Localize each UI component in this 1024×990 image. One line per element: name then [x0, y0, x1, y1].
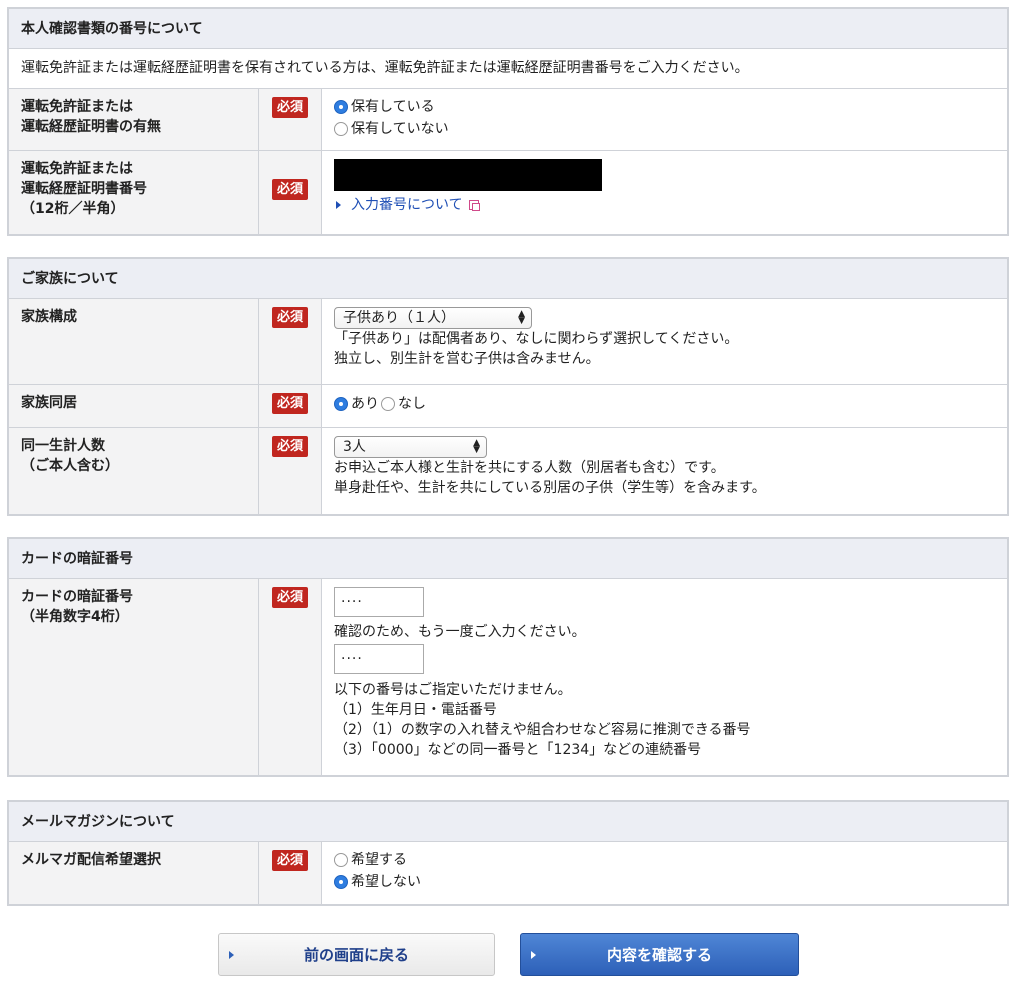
radio-possess-no[interactable]: 保有していない — [334, 118, 995, 140]
mail-magazine-row: メルマガ配信希望選択 必須 希望する 希望しない — [9, 842, 1007, 904]
arrow-right-icon — [336, 201, 341, 209]
cohabit-label: 家族同居 — [9, 385, 259, 427]
radio-empty-icon[interactable] — [334, 853, 348, 867]
radio-empty-icon[interactable] — [381, 397, 395, 411]
pin-rule: （2）（1）の数字の入れ替えや組合わせなど容易に推測できる番号 — [334, 722, 751, 738]
pin-rules-title: 以下の番号はご指定いただけません。 — [334, 682, 572, 698]
pin-rule: （1）生年月日・電話番号 — [334, 702, 497, 718]
radio-selected-icon[interactable] — [334, 100, 348, 114]
family-section: ご家族について 家族構成 必須 子供あり（１人） ▲ ▼ 「子供あり」は配偶者あり… — [7, 257, 1009, 516]
radio-possess-yes[interactable]: 保有している — [334, 96, 995, 118]
family-composition-select[interactable]: 子供あり（１人） ▲ ▼ — [334, 307, 532, 329]
input-number-help-link[interactable]: 入力番号について — [334, 195, 995, 215]
required-badge: 必須 — [271, 587, 308, 608]
radio-cohabit-yes[interactable]: あり — [334, 394, 379, 414]
family-composition-row: 家族構成 必須 子供あり（１人） ▲ ▼ 「子供あり」は配偶者あり、なしに関わらず… — [9, 299, 1007, 385]
required-badge: 必須 — [271, 850, 308, 871]
required-badge: 必須 — [271, 307, 308, 328]
cohabit-row: 家族同居 必須 あり なし — [9, 385, 1007, 428]
section-intro: 運転免許証または運転経歴証明書を保有されている方は、運転免許証または運転経歴証明… — [9, 49, 1007, 89]
section-title: メールマガジンについて — [9, 802, 1007, 842]
radio-empty-icon[interactable] — [334, 122, 348, 136]
section-title: ご家族について — [9, 259, 1007, 299]
household-row: 同一生計人数 （ご本人含む） 必須 3人 ▲ ▼ お申込ご本人様と生計を共にする人… — [9, 428, 1007, 514]
select-arrows-icon: ▲ ▼ — [473, 438, 480, 455]
mail-magazine-section: メールマガジンについて メルマガ配信希望選択 必須 希望する 希望しない — [7, 800, 1009, 906]
select-arrows-icon: ▲ ▼ — [518, 309, 525, 326]
pin-row: カードの暗証番号 （半角数字4桁） 必須 ···· 確認のため、もう一度ご入力く… — [9, 579, 1007, 775]
confirm-button[interactable]: 内容を確認する — [520, 933, 799, 976]
possession-label: 運転免許証または 運転経歴証明書の有無 — [9, 89, 259, 150]
household-label: 同一生計人数 （ご本人含む） — [9, 428, 259, 514]
pin-rule: （3）「0000」などの同一番号と「1234」などの連続番号 — [334, 742, 702, 758]
required-badge: 必須 — [271, 436, 308, 457]
section-title: カードの暗証番号 — [9, 539, 1007, 579]
license-number-input-redacted[interactable] — [334, 159, 602, 191]
radio-mail-no[interactable]: 希望しない — [334, 871, 995, 893]
required-badge: 必須 — [271, 97, 308, 118]
household-count-select[interactable]: 3人 ▲ ▼ — [334, 436, 487, 458]
radio-selected-icon[interactable] — [334, 875, 348, 889]
pin-confirm-note: 確認のため、もう一度ご入力ください。 — [334, 624, 586, 640]
radio-mail-yes[interactable]: 希望する — [334, 849, 995, 871]
mail-magazine-label: メルマガ配信希望選択 — [9, 842, 259, 904]
pin-confirm-input[interactable]: ···· — [334, 644, 424, 674]
required-badge: 必須 — [271, 179, 308, 200]
pin-label: カードの暗証番号 （半角数字4桁） — [9, 579, 259, 775]
pin-section: カードの暗証番号 カードの暗証番号 （半角数字4桁） 必須 ···· 確認のため… — [7, 537, 1009, 777]
section-title: 本人確認書類の番号について — [9, 9, 1007, 49]
license-number-label: 運転免許証または 運転経歴証明書番号 （12桁／半角） — [9, 151, 259, 234]
id-document-section: 本人確認書類の番号について 運転免許証または運転経歴証明書を保有されている方は、… — [7, 7, 1009, 236]
pin-input[interactable]: ···· — [334, 587, 424, 617]
license-number-row: 運転免許証または 運転経歴証明書番号 （12桁／半角） 必須 入力番号について — [9, 151, 1007, 234]
external-window-icon — [468, 200, 480, 211]
back-button[interactable]: 前の画面に戻る — [218, 933, 495, 976]
possession-row: 運転免許証または 運転経歴証明書の有無 必須 保有している 保有していない — [9, 89, 1007, 151]
radio-selected-icon[interactable] — [334, 397, 348, 411]
required-badge: 必須 — [271, 393, 308, 414]
radio-cohabit-no[interactable]: なし — [381, 394, 426, 414]
family-composition-label: 家族構成 — [9, 299, 259, 384]
